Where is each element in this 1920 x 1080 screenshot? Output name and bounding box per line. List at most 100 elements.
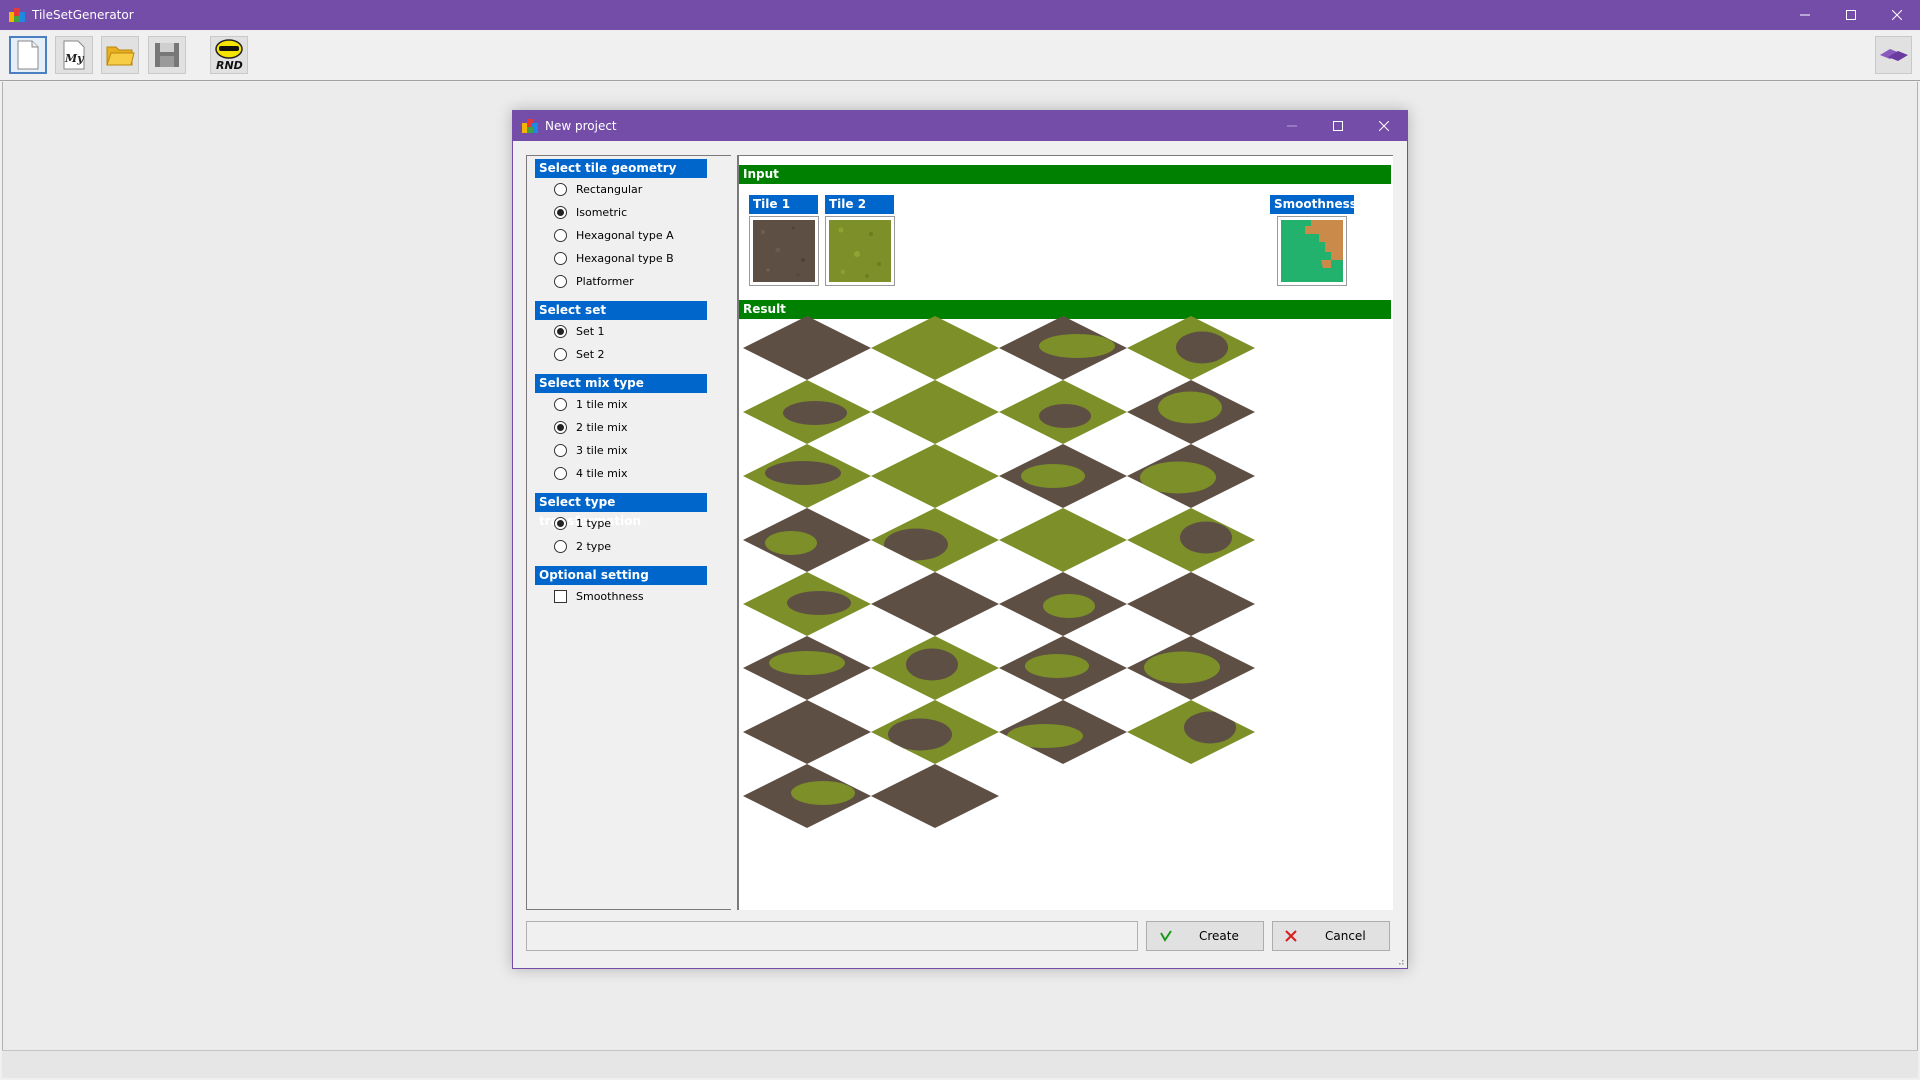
project-path-field[interactable] [526, 921, 1138, 951]
create-button[interactable]: Create [1146, 921, 1264, 951]
result-tile[interactable] [1127, 700, 1255, 764]
result-tile[interactable] [999, 700, 1127, 764]
radio-rectangular[interactable]: Rectangular [554, 180, 642, 198]
radio-circle[interactable] [554, 229, 567, 242]
radio-4-tile-mix[interactable]: 4 tile mix [554, 464, 627, 482]
random-icon: RND [212, 38, 246, 72]
close-button[interactable] [1874, 0, 1920, 30]
cancel-label: Cancel [1325, 929, 1366, 943]
result-tile[interactable] [999, 508, 1127, 572]
new-project-button[interactable] [9, 36, 47, 74]
radio-label: Set 2 [576, 348, 605, 361]
radio-platformer[interactable]: Platformer [554, 272, 634, 290]
radio-2-tile-mix[interactable]: 2 tile mix [554, 418, 627, 436]
result-tile[interactable] [1127, 636, 1255, 700]
result-tile[interactable] [871, 444, 999, 508]
radio-2-type[interactable]: 2 type [554, 537, 611, 555]
result-tile[interactable] [743, 380, 871, 444]
random-button[interactable]: RND [210, 36, 248, 74]
result-tile[interactable] [999, 380, 1127, 444]
radio-circle[interactable] [554, 421, 567, 434]
result-tile[interactable] [1127, 444, 1255, 508]
radio-hexagonal-a[interactable]: Hexagonal type A [554, 226, 674, 244]
smoothness-preview[interactable] [1277, 216, 1347, 286]
dialog-close-button[interactable] [1361, 111, 1407, 141]
minimize-icon [1287, 121, 1297, 131]
cancel-button[interactable]: Cancel [1272, 921, 1390, 951]
dialog-minimize-button[interactable] [1269, 111, 1315, 141]
result-tile[interactable] [743, 764, 871, 828]
smoothness-checkbox[interactable] [554, 590, 567, 603]
optional-header: Optional setting [535, 566, 707, 585]
result-tile[interactable] [743, 636, 871, 700]
radio-label: 1 tile mix [576, 398, 627, 411]
radio-label: Hexagonal type A [576, 229, 674, 242]
save-button[interactable] [148, 36, 186, 74]
new-project-dialog: New project Select tile geometry Rectang… [512, 110, 1408, 969]
open-button[interactable] [101, 36, 139, 74]
maximize-button[interactable] [1828, 0, 1874, 30]
open-folder-icon [105, 42, 135, 68]
radio-label: Rectangular [576, 183, 642, 196]
dialog-maximize-button[interactable] [1315, 111, 1361, 141]
result-tile[interactable] [871, 572, 999, 636]
result-tile[interactable] [1127, 316, 1255, 380]
radio-circle[interactable] [554, 206, 567, 219]
random-icon-text: RND [216, 59, 243, 72]
radio-circle[interactable] [554, 444, 567, 457]
result-tile[interactable] [871, 700, 999, 764]
my-icon-text: My [64, 52, 85, 65]
result-tile[interactable] [871, 764, 999, 828]
radio-circle[interactable] [554, 252, 567, 265]
radio-circle[interactable] [554, 275, 567, 288]
radio-label: 3 tile mix [576, 444, 627, 457]
radio-circle[interactable] [554, 540, 567, 553]
result-tile[interactable] [743, 700, 871, 764]
result-tile[interactable] [1127, 380, 1255, 444]
my-button[interactable]: My [55, 36, 93, 74]
radio-circle[interactable] [554, 348, 567, 361]
radio-circle[interactable] [554, 467, 567, 480]
radio-isometric[interactable]: Isometric [554, 203, 627, 221]
result-tile[interactable] [999, 572, 1127, 636]
tile-1-preview[interactable] [749, 216, 819, 286]
maximize-icon [1333, 121, 1343, 131]
result-tile[interactable] [743, 316, 871, 380]
radio-circle[interactable] [554, 398, 567, 411]
radio-hexagonal-b[interactable]: Hexagonal type B [554, 249, 674, 267]
radio-1-tile-mix[interactable]: 1 tile mix [554, 395, 627, 413]
smoothness-label: Smoothness [1270, 195, 1354, 214]
result-tile[interactable] [743, 444, 871, 508]
create-label: Create [1199, 929, 1239, 943]
result-tile[interactable] [743, 572, 871, 636]
radio-set-1[interactable]: Set 1 [554, 322, 605, 340]
status-bar [2, 1050, 1918, 1078]
radio-label: 4 tile mix [576, 467, 627, 480]
result-tile[interactable] [999, 316, 1127, 380]
result-tile[interactable] [871, 636, 999, 700]
result-tile[interactable] [871, 380, 999, 444]
resize-grip-icon[interactable] [1396, 957, 1404, 965]
options-panel: Select tile geometry Rectangular Isometr… [526, 155, 731, 910]
result-tile[interactable] [871, 508, 999, 572]
result-tile[interactable] [999, 444, 1127, 508]
result-tile[interactable] [1127, 572, 1255, 636]
tile-2-preview[interactable] [825, 216, 895, 286]
smoothness-checkbox-row[interactable]: Smoothness [554, 587, 644, 605]
radio-circle[interactable] [554, 517, 567, 530]
checkmark-icon [1159, 930, 1181, 942]
radio-set-2[interactable]: Set 2 [554, 345, 605, 363]
result-tile[interactable] [743, 508, 871, 572]
radio-circle[interactable] [554, 183, 567, 196]
view-toggle-button[interactable] [1875, 36, 1912, 74]
result-tile[interactable] [999, 636, 1127, 700]
dialog-title: New project [545, 119, 617, 133]
radio-3-tile-mix[interactable]: 3 tile mix [554, 441, 627, 459]
radio-label: Platformer [576, 275, 634, 288]
result-tile[interactable] [1127, 508, 1255, 572]
minimize-button[interactable] [1782, 0, 1828, 30]
result-tile-grid[interactable] [743, 316, 1263, 836]
radio-circle[interactable] [554, 325, 567, 338]
result-tile[interactable] [871, 316, 999, 380]
radio-1-type[interactable]: 1 type [554, 514, 611, 532]
